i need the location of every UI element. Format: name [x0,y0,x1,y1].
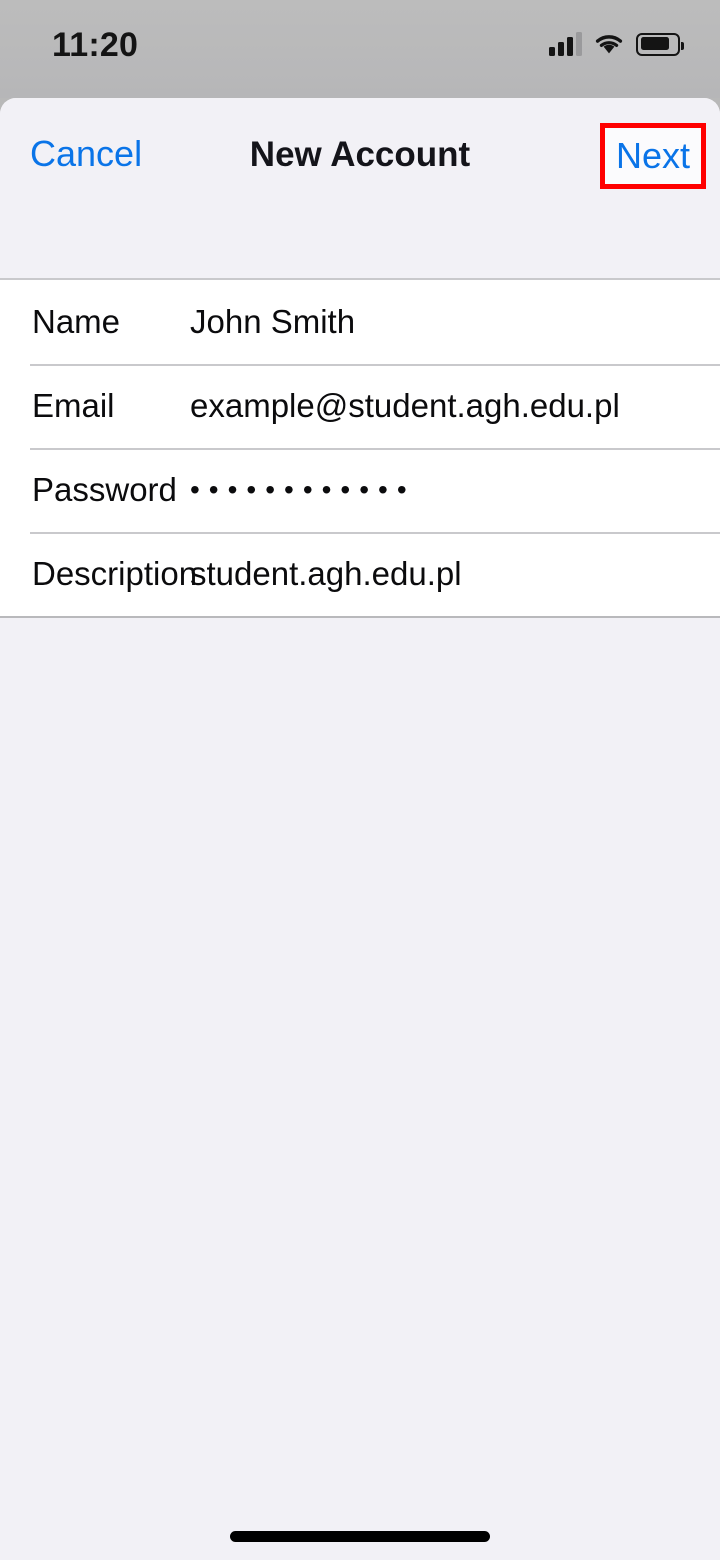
email-field[interactable]: example@student.agh.edu.pl [190,387,620,425]
home-indicator[interactable] [230,1531,490,1542]
wifi-icon [595,35,623,54]
new-account-modal-sheet: Cancel New Account Next Name John Smith … [0,98,720,1560]
battery-icon [636,32,684,56]
nav-bar-spacer [0,220,720,278]
status-bar-time: 11:20 [52,26,139,64]
status-bar: 11:20 [0,0,720,98]
form-row-name[interactable]: Name John Smith [0,280,720,364]
form-row-description[interactable]: Description student.agh.edu.pl [0,532,720,616]
cellular-signal-icon [549,32,582,56]
account-form-table: Name John Smith Email example@student.ag… [0,278,720,618]
description-label: Description [32,555,198,592]
form-row-password[interactable]: Password •••••••••••• [0,448,720,532]
name-label: Name [32,303,121,340]
password-label: Password [32,471,177,508]
navigation-bar: Cancel New Account Next [0,98,720,220]
password-field[interactable]: •••••••••••• [190,474,416,506]
form-row-email[interactable]: Email example@student.agh.edu.pl [0,364,720,448]
description-field[interactable]: student.agh.edu.pl [190,555,462,593]
status-bar-icons [549,28,684,60]
empty-content-area [0,618,720,1480]
next-button[interactable]: Next [616,138,690,174]
phone-screen: 11:20 Cancel New Account Next Name John … [0,0,720,1560]
name-field[interactable]: John Smith [190,303,355,341]
email-label: Email [32,387,115,424]
next-button-highlight: Next [600,123,706,189]
